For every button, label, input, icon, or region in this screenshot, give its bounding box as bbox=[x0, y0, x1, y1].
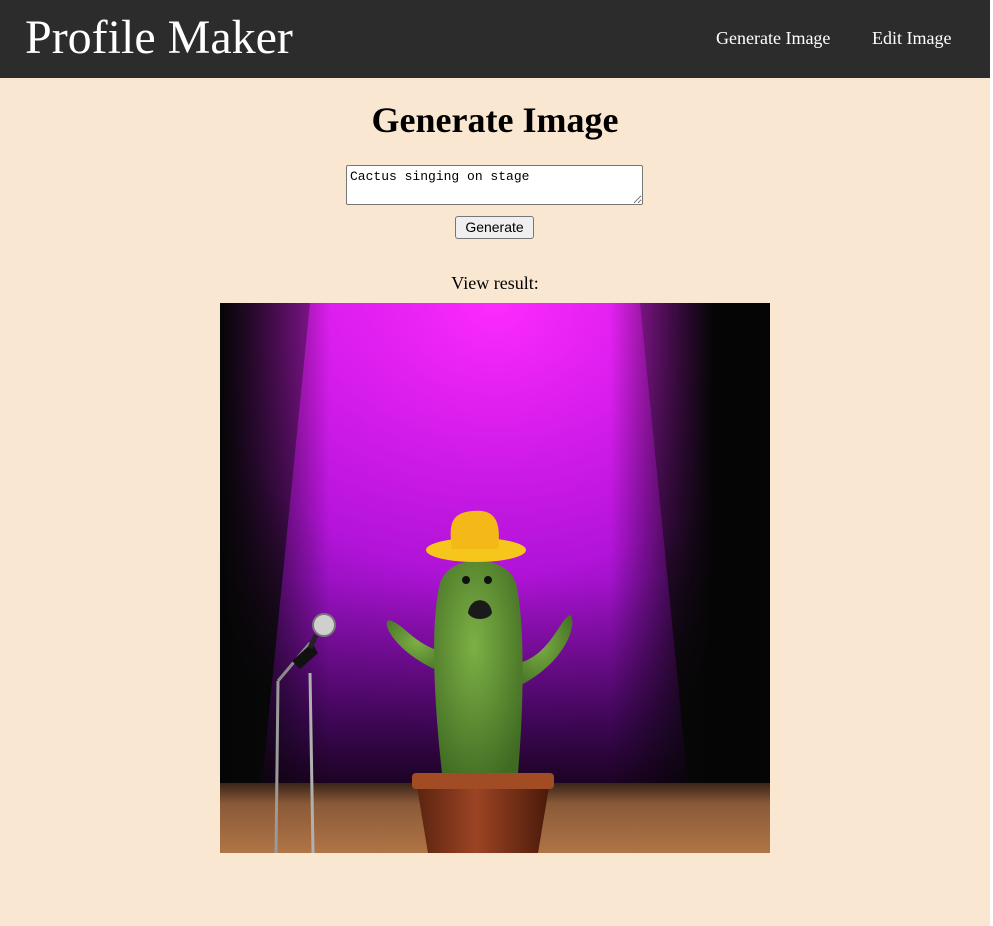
prompt-textarea[interactable] bbox=[346, 165, 643, 205]
navbar: Profile Maker Generate Image Edit Image bbox=[0, 0, 990, 78]
brand-logo[interactable]: Profile Maker bbox=[25, 7, 293, 69]
nav-link-generate-image[interactable]: Generate Image bbox=[716, 27, 830, 49]
generated-image-illustration bbox=[220, 303, 770, 853]
result-label: View result: bbox=[451, 273, 539, 293]
generate-button[interactable]: Generate bbox=[455, 216, 534, 239]
nav-link-edit-image[interactable]: Edit Image bbox=[872, 27, 951, 49]
page-title: Generate Image bbox=[371, 100, 619, 140]
result-image bbox=[220, 303, 770, 853]
page: Profile Maker Generate Image Edit Image … bbox=[0, 0, 993, 926]
